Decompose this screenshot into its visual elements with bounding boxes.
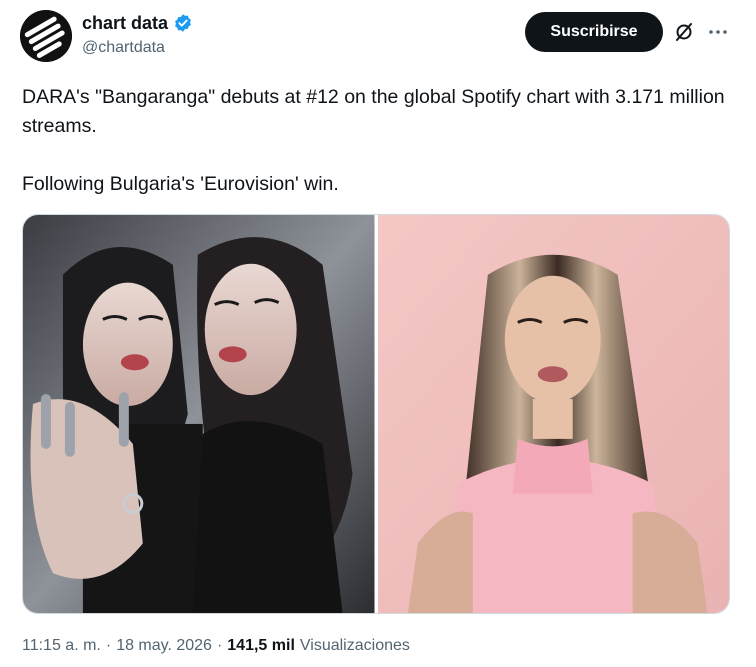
timestamp-date[interactable]: 18 may. 2026 xyxy=(116,637,212,655)
tweet-meta: 11:15 a. m. · 18 may. 2026 · 141,5 mil V… xyxy=(22,637,410,655)
author-block: chart data @chartdata xyxy=(82,12,193,57)
views-count: 141,5 mil xyxy=(227,637,295,654)
verified-badge-icon[interactable] xyxy=(173,13,193,33)
grok-icon[interactable] xyxy=(672,20,696,44)
photo-pink-portrait[interactable] xyxy=(377,215,729,613)
tweet: chart data @chartdata Suscribirse DARA's… xyxy=(0,0,756,667)
views-label: Visualizaciones xyxy=(299,637,410,654)
handle[interactable]: @chartdata xyxy=(82,39,193,57)
tweet-text: DARA's "Bangaranga" debuts at #12 on the… xyxy=(22,86,725,195)
media-grid xyxy=(22,214,730,614)
name-row: chart data xyxy=(82,12,193,34)
meta-separator: · xyxy=(105,637,112,654)
display-name[interactable]: chart data xyxy=(82,13,168,34)
chart-data-logo-icon xyxy=(20,10,72,62)
timestamp-time[interactable]: 11:15 a. m. xyxy=(22,637,101,655)
avatar[interactable] xyxy=(20,10,72,62)
subscribe-button[interactable]: Suscribirse xyxy=(525,12,663,52)
photo-mirror-portrait[interactable] xyxy=(23,215,375,613)
more-options-icon[interactable] xyxy=(706,20,730,44)
meta-separator: · xyxy=(216,637,223,654)
